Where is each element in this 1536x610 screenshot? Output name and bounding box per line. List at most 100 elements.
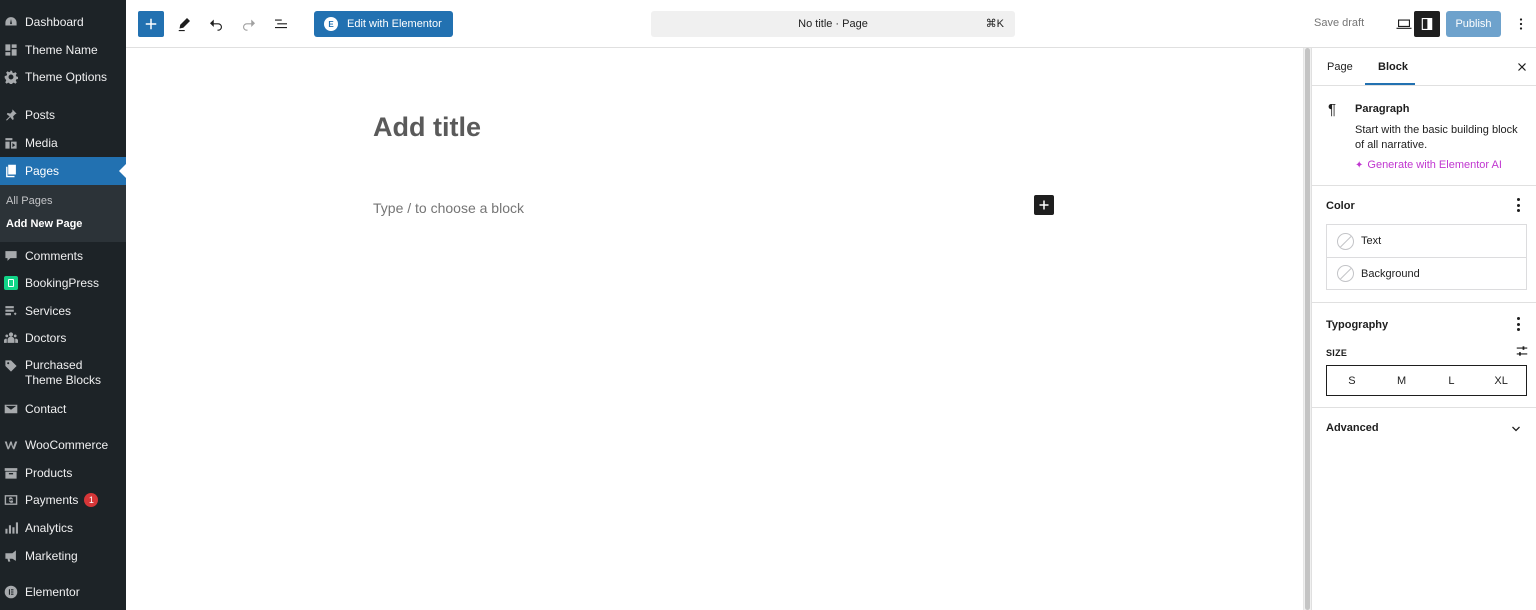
menu-label: Media xyxy=(25,135,58,150)
block-description: Start with the basic building block of a… xyxy=(1355,124,1518,151)
add-block-button[interactable] xyxy=(1034,195,1054,215)
menu-label: Purchased Theme Blocks xyxy=(25,358,102,387)
custom-size-icon[interactable] xyxy=(1515,344,1529,358)
size-option-l[interactable]: L xyxy=(1427,366,1477,395)
editor-canvas: Add title Type / to choose a block xyxy=(126,48,1303,610)
block-inserter-button[interactable] xyxy=(138,11,164,37)
tab-block[interactable]: Block xyxy=(1378,61,1408,73)
menu-item-doctors[interactable]: Doctors xyxy=(0,324,126,352)
menu-item-services[interactable]: Services xyxy=(0,297,126,325)
color-option-label: Background xyxy=(1361,267,1420,280)
desktop-icon xyxy=(1396,19,1412,29)
tab-page[interactable]: Page xyxy=(1327,61,1353,73)
menu-item-elementor[interactable]: Elementor xyxy=(0,578,126,606)
menu-item-comments[interactable]: Comments xyxy=(0,242,126,270)
menu-label: Pages xyxy=(25,163,60,178)
save-draft-button[interactable]: Save draft xyxy=(1314,17,1364,29)
pages-icon xyxy=(4,164,18,178)
menu-label: Services xyxy=(25,303,72,318)
submenu-add-new-page[interactable]: Add New Page xyxy=(6,218,82,230)
color-panel: Color Text Background xyxy=(1312,186,1536,303)
menu-label: Theme Name xyxy=(25,42,98,57)
color-option-label: Text xyxy=(1361,235,1382,247)
menu-item-theme-name[interactable]: Theme Name xyxy=(0,36,126,64)
edit-with-elementor-button[interactable]: E Edit with Elementor xyxy=(314,11,453,37)
size-option-s[interactable]: S xyxy=(1327,366,1377,395)
menu-label: Theme Options xyxy=(25,69,108,84)
document-title: No title · Page xyxy=(798,18,868,30)
menu-item-contact[interactable]: Contact xyxy=(0,395,126,423)
dollar-icon xyxy=(4,493,18,507)
menu-item-payments[interactable]: Payments 1 xyxy=(0,486,126,514)
edit-with-elementor-label: Edit with Elementor xyxy=(347,18,442,30)
sparkle-icon: ✦ xyxy=(1355,159,1364,171)
tag-icon xyxy=(4,359,18,373)
settings-toggle-button[interactable] xyxy=(1414,11,1440,37)
advanced-panel[interactable]: Advanced xyxy=(1312,408,1536,448)
menu-label: Products xyxy=(25,465,73,480)
menu-item-theme-options[interactable]: Theme Options xyxy=(0,63,126,91)
pages-submenu: All Pages Add New Page xyxy=(0,185,126,242)
size-label: SIZE xyxy=(1326,348,1348,358)
menu-label: Posts xyxy=(25,107,56,122)
close-icon[interactable] xyxy=(1515,60,1529,74)
color-panel-title: Color xyxy=(1326,200,1355,212)
canvas-scrollbar[interactable] xyxy=(1303,48,1311,610)
plus-icon xyxy=(145,18,157,30)
generate-ai-label: Generate with Elementor AI xyxy=(1367,159,1502,171)
publish-button[interactable]: Publish xyxy=(1446,11,1501,37)
menu-label: Payments xyxy=(25,492,79,507)
wp-admin-editor-screen: Dashboard Theme Name Theme Options Posts… xyxy=(0,0,1536,610)
menu-item-woocommerce[interactable]: WooCommerce xyxy=(0,431,126,459)
menu-item-analytics[interactable]: Analytics xyxy=(0,514,126,542)
command-palette-bar[interactable]: No title · Page ⌘K xyxy=(651,11,1015,37)
redo-icon xyxy=(243,19,255,31)
redo-button[interactable] xyxy=(236,11,262,37)
color-text-option[interactable]: Text xyxy=(1327,225,1526,257)
command-shortcut: ⌘K xyxy=(985,18,1004,30)
color-options-icon[interactable] xyxy=(1516,198,1520,212)
publish-label: Publish xyxy=(1455,18,1492,30)
bar-chart-icon xyxy=(4,521,18,535)
settings-sidebar: Page Block ¶ Paragraph Start with the ba… xyxy=(1311,48,1536,610)
options-button[interactable] xyxy=(1508,11,1534,37)
document-overview-button[interactable] xyxy=(268,11,294,37)
undo-button[interactable] xyxy=(203,11,229,37)
block-card: ¶ Paragraph Start with the basic buildin… xyxy=(1312,86,1536,186)
post-title-input[interactable]: Add title xyxy=(373,112,481,143)
menu-item-dashboard[interactable]: Dashboard xyxy=(0,8,126,36)
list-view-icon xyxy=(275,19,287,29)
menu-label: BookingPress xyxy=(25,275,100,290)
menu-item-marketing[interactable]: Marketing xyxy=(0,542,126,570)
menu-item-bookingpress[interactable]: BookingPress xyxy=(0,269,126,297)
layout-icon xyxy=(4,43,18,57)
color-background-option[interactable]: Background xyxy=(1327,257,1526,289)
undo-icon xyxy=(210,19,222,31)
menu-label: Marketing xyxy=(25,548,78,563)
tools-button[interactable] xyxy=(171,11,197,37)
generate-with-elementor-ai-link[interactable]: ✦ Generate with Elementor AI xyxy=(1355,159,1502,171)
menu-item-pages[interactable]: Pages xyxy=(0,157,126,185)
paragraph-icon: ¶ xyxy=(1328,101,1337,118)
typography-panel-title: Typography xyxy=(1326,319,1389,331)
group-icon xyxy=(4,331,18,345)
notification-badge: 1 xyxy=(84,493,99,507)
typography-options-icon[interactable] xyxy=(1516,317,1520,331)
size-option-xl[interactable]: XL xyxy=(1476,366,1526,395)
menu-item-products[interactable]: Products xyxy=(0,459,126,487)
typography-panel: Typography SIZE S M L XL xyxy=(1312,303,1536,408)
submenu-all-pages[interactable]: All Pages xyxy=(6,195,52,207)
active-tab-indicator xyxy=(1365,83,1415,85)
scrollbar-thumb[interactable] xyxy=(1305,48,1310,610)
paragraph-block[interactable]: Type / to choose a block xyxy=(373,200,524,216)
woocommerce-icon xyxy=(4,438,18,452)
elementor-icon: E xyxy=(324,17,338,31)
block-name: Paragraph xyxy=(1355,103,1410,115)
size-option-m[interactable]: M xyxy=(1377,366,1427,395)
archive-icon xyxy=(4,466,18,480)
menu-label: Contact xyxy=(25,401,67,416)
bookingpress-icon xyxy=(4,276,18,290)
menu-item-posts[interactable]: Posts xyxy=(0,101,126,129)
menu-item-media[interactable]: Media xyxy=(0,129,126,157)
menu-item-purchased-theme-blocks[interactable]: Purchased Theme Blocks xyxy=(0,358,126,394)
